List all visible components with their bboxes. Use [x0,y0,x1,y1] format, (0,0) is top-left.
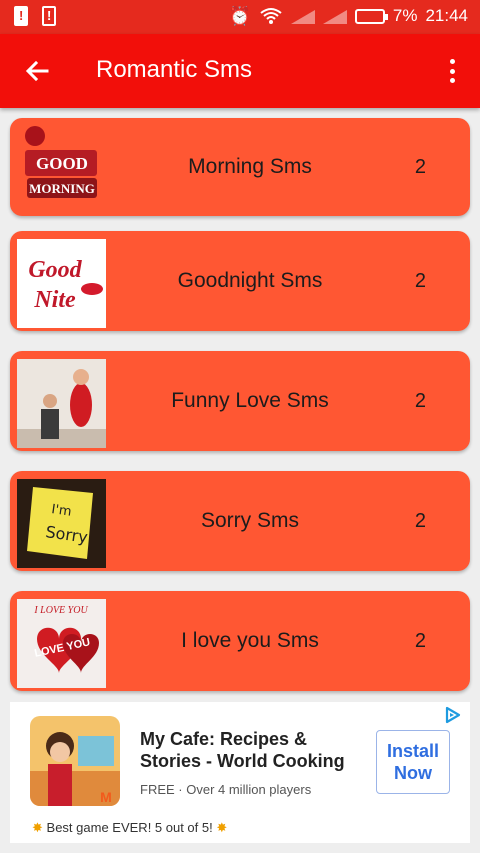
ad-title[interactable]: My Cafe: Recipes & Stories - World Cooki… [140,728,360,772]
install-now-button[interactable]: Install Now [376,730,450,794]
arrow-left-icon[interactable] [22,56,52,86]
svg-text:Good: Good [28,257,82,283]
category-label: Goodnight Sms [177,269,323,292]
category-item-goodnight[interactable]: Good Nite Goodnight Sms 2 [10,231,470,331]
category-label: Morning Sms [188,155,312,178]
category-count: 2 [414,509,426,532]
star-burst-icon: ✸ [216,820,228,835]
svg-text:Nite: Nite [33,287,76,313]
more-vert-icon[interactable] [444,56,460,86]
battery-icon [354,8,388,24]
category-item-sorry[interactable]: I'm Sorry Sorry Sms 2 [10,471,470,571]
category-count: 2 [414,269,426,292]
category-count: 2 [414,629,426,652]
category-item-funny-love[interactable]: Funny Love Sms 2 [10,351,470,451]
category-label: Funny Love Sms [171,389,329,412]
svg-text:M: M [100,789,112,805]
ad-banner[interactable]: M My Cafe: Recipes & Stories - World Coo… [10,702,470,843]
goodnight-thumbnail: Good Nite [17,239,106,328]
status-bar: ⏰ 7% 21:44 [0,0,480,34]
alert-outline-icon [42,6,56,26]
svg-text:I LOVE YOU: I LOVE YOU [33,605,88,616]
page-title: Romantic Sms [96,56,253,83]
clock: 21:44 [425,6,468,25]
category-item-i-love-you[interactable]: I LOVE YOU LOVE YOU I love you Sms 2 [10,591,470,691]
funny-love-thumbnail [17,359,106,448]
category-label: I love you Sms [181,629,319,652]
sorry-thumbnail: I'm Sorry [17,479,106,568]
ad-choices-icon[interactable] [444,706,462,724]
ad-app-icon[interactable]: M [30,716,120,806]
category-count: 2 [414,155,426,178]
ad-subtitle: FREE · Over 4 million players [140,782,312,797]
battery-percent: 7% [392,6,418,25]
star-burst-icon: ✸ [32,820,43,835]
morning-thumbnail: GOOD MORNING [17,122,106,211]
category-list: GOOD MORNING Morning Sms 2 Good Nite Goo… [10,118,470,711]
svg-text:MORNING: MORNING [29,181,95,196]
alert-icon [14,6,28,26]
ad-footer: ✸ Best game EVER! 5 out of 5! ✸ [32,820,227,836]
signal-icon [322,8,347,24]
ad-footer-text: Best game EVER! 5 out of 5! [46,820,213,835]
morning-thumb-text: GOOD [36,154,88,173]
svg-text:I'm: I'm [50,502,72,520]
alarm-icon: ⏰ [228,6,251,26]
i-love-you-thumbnail: I LOVE YOU LOVE YOU [17,599,106,688]
category-item-morning[interactable]: GOOD MORNING Morning Sms 2 [10,118,470,216]
wifi-icon [260,8,282,24]
app-bar: Romantic Sms [0,34,480,108]
signal-icon [290,8,315,24]
category-label: Sorry Sms [200,509,299,532]
category-count: 2 [414,389,426,412]
